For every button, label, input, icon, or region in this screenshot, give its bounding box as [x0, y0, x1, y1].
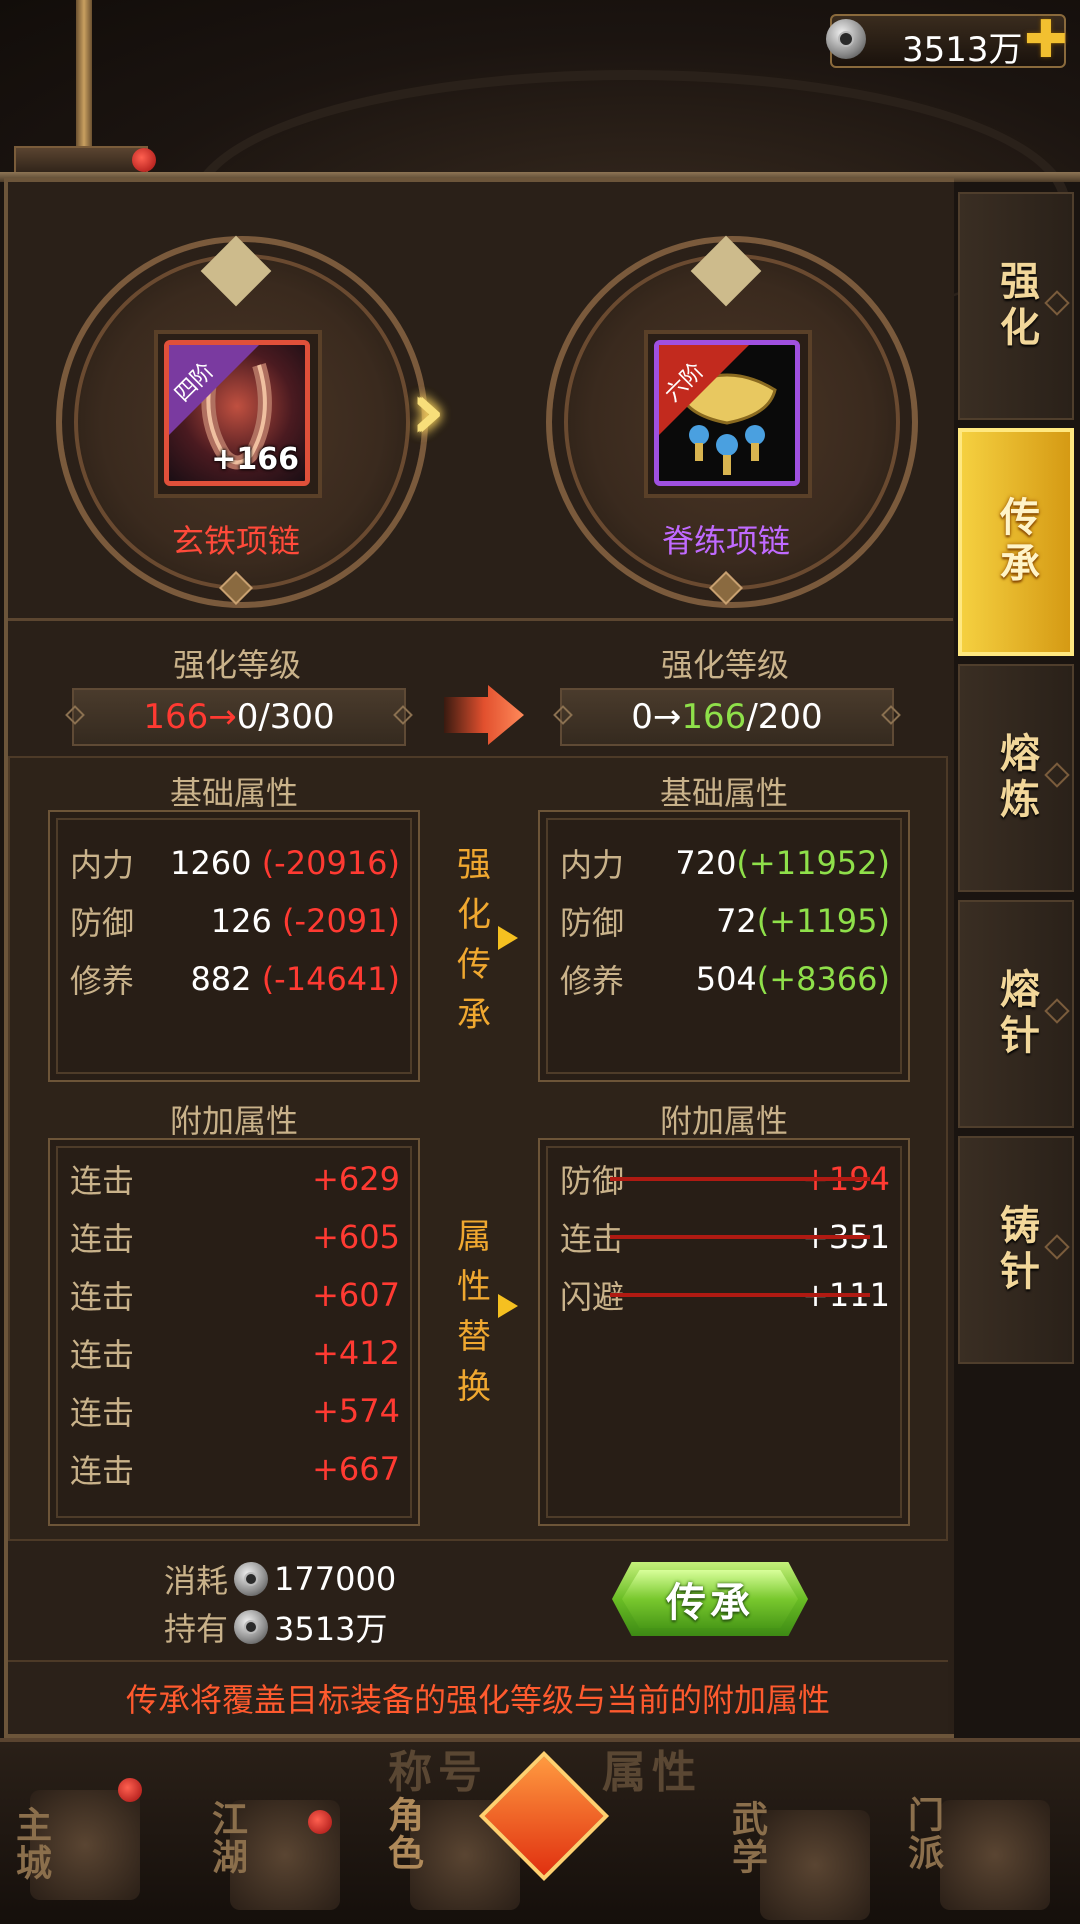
tab-smelt[interactable]: 熔炼: [958, 664, 1074, 892]
transfer-arrow-icon: ›››: [410, 364, 446, 457]
tab-cast-needle[interactable]: 铸针: [958, 1136, 1074, 1364]
attr-row-struck: 连击 +351: [560, 1218, 890, 1258]
tab-melt-needle[interactable]: 熔针: [958, 900, 1074, 1128]
attr-row-struck: 闪避 +111: [560, 1276, 890, 1316]
inherit-button[interactable]: 传承: [622, 1570, 798, 1628]
notification-dot: [118, 1778, 142, 1802]
nav-role[interactable]: 角色: [376, 1796, 428, 1872]
source-item-slot[interactable]: 四阶 +166: [164, 340, 310, 486]
target-extra-attr-box: 防御 +194 连击 +351 闪避 +111: [538, 1138, 910, 1526]
enhance-inherit-label: 强化传承: [457, 845, 491, 1035]
source-enhance-level: 166→ 0/300: [65, 688, 413, 746]
nav-jianghu[interactable]: 江湖: [200, 1800, 252, 1876]
decorative-pole: [76, 0, 92, 160]
notification-dot: [308, 1810, 332, 1834]
currency-amount: 3513万: [902, 30, 1023, 70]
divider: [8, 618, 953, 621]
attr-replace-label: 属性替换: [457, 1217, 491, 1407]
tab-inherit[interactable]: 传承: [958, 428, 1074, 656]
base-attr-title: 基础属性: [169, 774, 298, 812]
attr-row: 连击 +629: [70, 1160, 400, 1200]
own-row: 持有 3513万: [164, 1610, 388, 1648]
attr-row: 连击 +574: [70, 1392, 400, 1432]
faded-tab-title: 称号: [388, 1747, 488, 1798]
faded-tab-attr: 属性: [602, 1747, 702, 1798]
tab-enhance[interactable]: 强化: [958, 192, 1074, 420]
source-extra-attr-box: 连击 +629 连击 +605 连击 +607 连击 +412 连击 +574 连击 +66…: [48, 1138, 420, 1526]
enhance-level-title: 强化等级: [660, 646, 789, 684]
silver-coin-icon: [234, 1562, 269, 1596]
attr-row: 防御 126 (-2091): [70, 902, 400, 942]
arrow-right-icon: [498, 1294, 518, 1318]
source-base-attr-box: 内力 1260 (-20916) 防御 126 (-2091) 修养 882 (-14…: [48, 810, 420, 1082]
attr-row: 连击 +412: [70, 1334, 400, 1374]
consume-row: 消耗 177000: [164, 1560, 397, 1600]
silver-coin-icon: [826, 19, 866, 59]
target-base-attr-box: 内力 720(+11952) 防御 72(+1195) 修养 504(+8366): [538, 810, 910, 1082]
attr-row: 内力 1260 (-20916): [70, 844, 400, 884]
target-enhance-level: 0→ 166/200: [553, 688, 901, 746]
sect-cauldron-icon: [940, 1800, 1050, 1910]
attr-row: 修养 504(+8366): [560, 960, 890, 1000]
enhance-level-title: 强化等级: [172, 646, 301, 684]
nav-main-city[interactable]: 主城: [4, 1806, 56, 1882]
inherit-notice: 传承将覆盖目标装备的强化等级与当前的附加属性: [8, 1660, 948, 1734]
attr-row-struck: 防御 +194: [560, 1160, 890, 1200]
attr-row: 修养 882 (-14641): [70, 960, 400, 1000]
attr-row: 连击 +605: [70, 1218, 400, 1258]
enhance-badge: +166: [211, 442, 299, 477]
extra-attr-title: 附加属性: [169, 1102, 298, 1140]
source-item-name: 玄铁项链: [171, 522, 300, 560]
arrow-right-icon: [498, 926, 518, 950]
extra-attr-title: 附加属性: [659, 1102, 788, 1140]
target-item-slot[interactable]: 六阶: [654, 340, 800, 486]
nav-sect[interactable]: 门派: [896, 1796, 948, 1872]
attr-row: 防御 72(+1195): [560, 902, 890, 942]
attr-row: 内力 720(+11952): [560, 844, 890, 884]
attr-row: 连击 +667: [70, 1450, 400, 1490]
attr-row: 连击 +607: [70, 1276, 400, 1316]
martial-arts-icon: [760, 1810, 870, 1920]
notification-dot: [132, 148, 156, 172]
silver-coin-icon: [234, 1610, 269, 1644]
nav-martial-arts[interactable]: 武学: [720, 1800, 772, 1876]
plus-icon[interactable]: ✚: [1024, 14, 1068, 66]
target-item-name: 脊练项链: [661, 522, 790, 560]
base-attr-title: 基础属性: [659, 774, 788, 812]
